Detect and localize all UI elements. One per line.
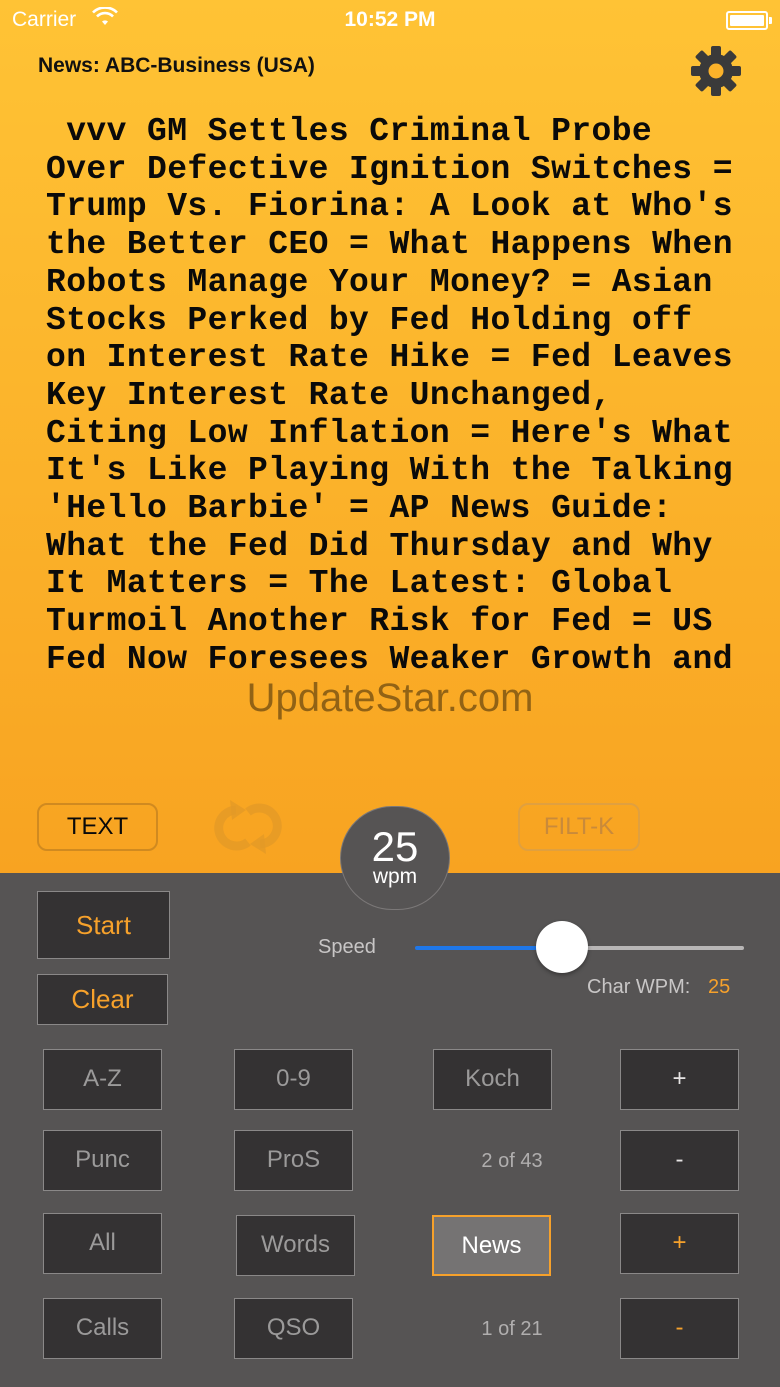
- speed-slider-thumb[interactable]: [536, 921, 588, 973]
- status-bar: Carrier 10:52 PM: [0, 0, 780, 40]
- calls-button[interactable]: Calls: [43, 1298, 162, 1359]
- words-button[interactable]: Words: [236, 1215, 355, 1276]
- watermark: UpdateStar.com: [246, 676, 534, 720]
- start-button[interactable]: Start: [37, 891, 170, 959]
- char-wpm-value: 25: [708, 976, 731, 998]
- koch-button[interactable]: Koch: [433, 1049, 552, 1110]
- prosigns-button[interactable]: ProS: [234, 1130, 353, 1191]
- clock: 10:52 PM: [344, 8, 436, 31]
- battery-icon: [726, 11, 772, 30]
- speed-label: Speed: [318, 936, 376, 958]
- gear-icon[interactable]: [690, 45, 742, 97]
- char-wpm-label: Char WPM:: [587, 976, 691, 998]
- koch-lesson-counter: 2 of 43: [481, 1150, 543, 1172]
- news-feed-counter: 1 of 21: [481, 1318, 543, 1340]
- reader-panel: Carrier 10:52 PM News: ABC-Business (USA…: [0, 0, 780, 873]
- filter-k-button[interactable]: FILT-K: [518, 803, 640, 851]
- news-source-title: News: ABC-Business (USA): [38, 54, 315, 77]
- clear-button[interactable]: Clear: [37, 974, 168, 1025]
- koch-plus-button[interactable]: +: [620, 1049, 739, 1110]
- digits-button[interactable]: 0-9: [234, 1049, 353, 1110]
- text-mode-button[interactable]: TEXT: [37, 803, 158, 851]
- qso-button[interactable]: QSO: [234, 1298, 353, 1359]
- news-plus-button[interactable]: +: [620, 1213, 739, 1274]
- wpm-unit: wpm: [372, 865, 418, 888]
- all-button[interactable]: All: [43, 1213, 162, 1274]
- news-minus-button[interactable]: -: [620, 1298, 739, 1359]
- az-button[interactable]: A-Z: [43, 1049, 162, 1110]
- repeat-icon[interactable]: [206, 798, 290, 856]
- koch-minus-button[interactable]: -: [620, 1130, 739, 1191]
- punctuation-button[interactable]: Punc: [43, 1130, 162, 1191]
- wpm-dial: 25 wpm: [340, 806, 450, 910]
- news-button[interactable]: News: [432, 1215, 551, 1276]
- wpm-value: 25: [371, 823, 419, 870]
